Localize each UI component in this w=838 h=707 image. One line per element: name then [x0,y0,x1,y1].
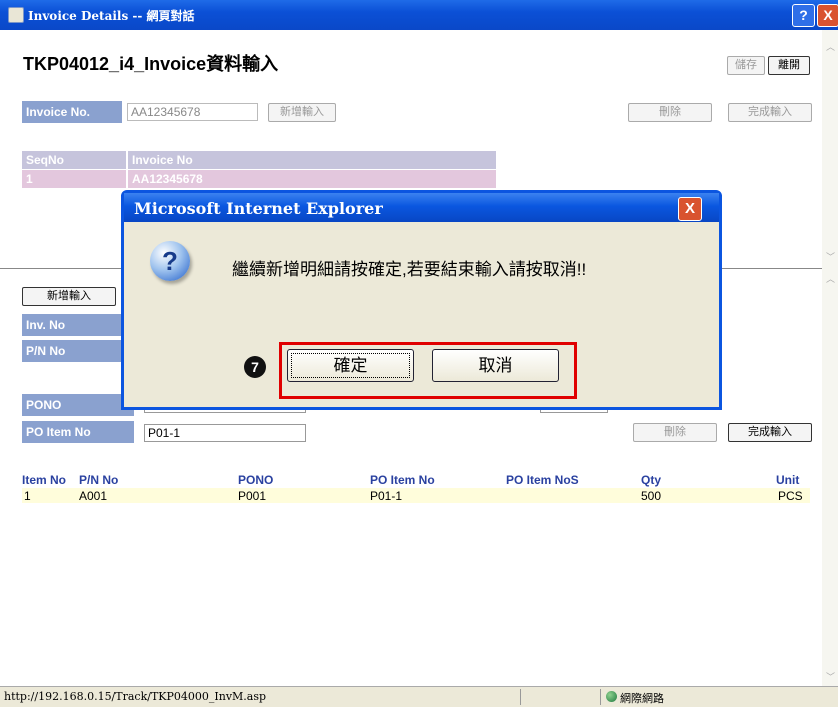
cell-pn-no: A001 [79,489,108,503]
question-icon: ? [150,241,190,281]
cell-item-no: 1 [24,489,31,503]
cancel-button[interactable]: 取消 [432,349,559,382]
window-close-button[interactable]: X [817,4,838,27]
pn-no-label: P/N No [22,340,134,362]
save-button[interactable]: 儲存 [727,56,765,75]
detail-delete-button[interactable]: 刪除 [633,423,717,442]
dialog-message: 繼續新增明細請按確定,若要結束輸入請按取消!! [232,260,587,279]
focus-ring [291,353,410,378]
window-title-bar: Invoice Details -- 網頁對話 ? X [0,0,838,30]
dialog-title-bar: Microsoft Internet Explorer X [124,193,719,222]
ok-button[interactable]: 確定 [287,349,414,382]
po-item-no-label: PO Item No [22,421,134,443]
col-qty: Qty [641,473,662,487]
seq-row-invoice[interactable]: AA12345678 [128,170,496,188]
seq-row-seqno[interactable]: 1 [22,170,126,188]
table-row[interactable] [22,488,810,503]
status-separator [520,689,521,705]
invoice-no-header: Invoice No [128,151,496,169]
invoice-no-label: Invoice No. [22,101,122,123]
step-number-icon: 7 [244,356,266,378]
scroll-up-icon[interactable]: ︿ [826,272,835,285]
page-icon [8,7,24,23]
complete-button[interactable]: 完成輸入 [728,103,812,122]
col-po-item-nos: PO Item NoS [506,473,579,487]
po-item-no-field[interactable]: P01-1 [144,424,306,442]
invoice-no-field[interactable]: AA12345678 [127,103,258,121]
col-pn-no: P/N No [79,473,119,487]
detail-complete-button[interactable]: 完成輸入 [728,423,812,442]
status-separator [600,689,601,705]
scroll-up-icon[interactable]: ︿ [826,40,835,53]
cell-qty: 500 [641,489,662,503]
cell-po-item-no: P01-1 [370,489,403,503]
window-title: Invoice Details -- 網頁對話 [28,9,195,23]
help-button[interactable]: ? [792,4,815,27]
security-zone: 網際網路 [620,693,664,705]
col-unit: Unit [776,473,800,487]
page-title: TKP04012_i4_Invoice資料輸入 [23,54,279,74]
new-entry-button[interactable]: 新增輸入 [268,103,336,122]
dialog-close-button[interactable]: X [678,197,702,221]
pono-label: PONO [22,394,134,416]
col-po-item-no: PO Item No [370,473,435,487]
inv-no-label: Inv. No [22,314,134,336]
status-url: http://192.168.0.15/Track/TKP04000_InvM.… [4,690,267,703]
top-frame-scrollbar[interactable] [822,30,838,268]
cell-unit: PCS [778,489,803,503]
scroll-down-icon[interactable]: ﹀ [826,670,835,683]
detail-new-entry-button[interactable]: 新增輸入 [22,287,116,306]
status-bar: http://192.168.0.15/Track/TKP04000_InvM.… [0,686,838,707]
seqno-header: SeqNo [22,151,126,169]
confirm-dialog: Microsoft Internet Explorer X ? 繼續新增明細請按… [121,190,722,410]
col-pono: PONO [238,473,274,487]
dialog-title: Microsoft Internet Explorer [134,199,383,218]
leave-button[interactable]: 離開 [768,56,810,75]
col-item-no: Item No [22,473,67,487]
bottom-frame-scrollbar[interactable] [822,268,838,686]
scroll-down-icon[interactable]: ﹀ [826,250,835,263]
delete-button[interactable]: 刪除 [628,103,712,122]
globe-icon [606,691,617,702]
cell-pono: P001 [238,489,267,503]
